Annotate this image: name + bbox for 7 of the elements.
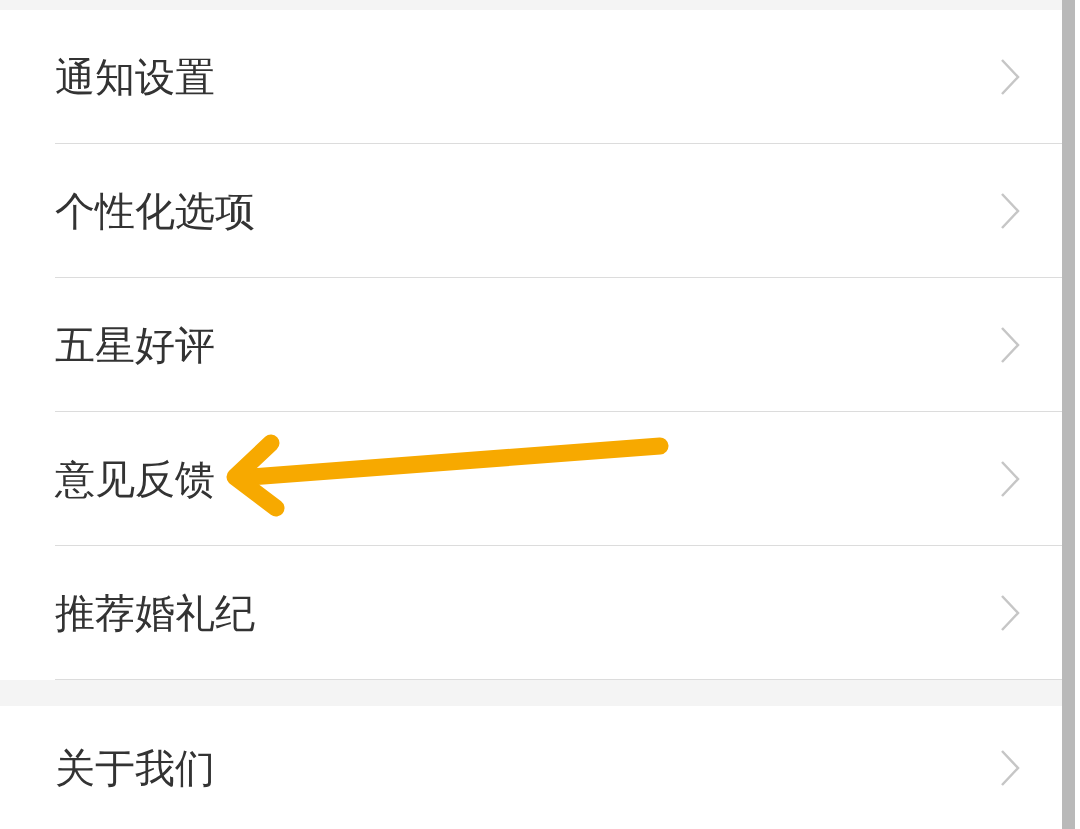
chevron-right-icon bbox=[1000, 748, 1020, 787]
scrollbar[interactable] bbox=[1062, 0, 1075, 829]
chevron-right-icon bbox=[1000, 58, 1020, 96]
chevron-right-icon bbox=[1000, 192, 1020, 230]
chevron-right-icon bbox=[1000, 594, 1020, 632]
chevron-right-icon bbox=[1000, 460, 1020, 498]
chevron-right-icon bbox=[1000, 326, 1020, 364]
